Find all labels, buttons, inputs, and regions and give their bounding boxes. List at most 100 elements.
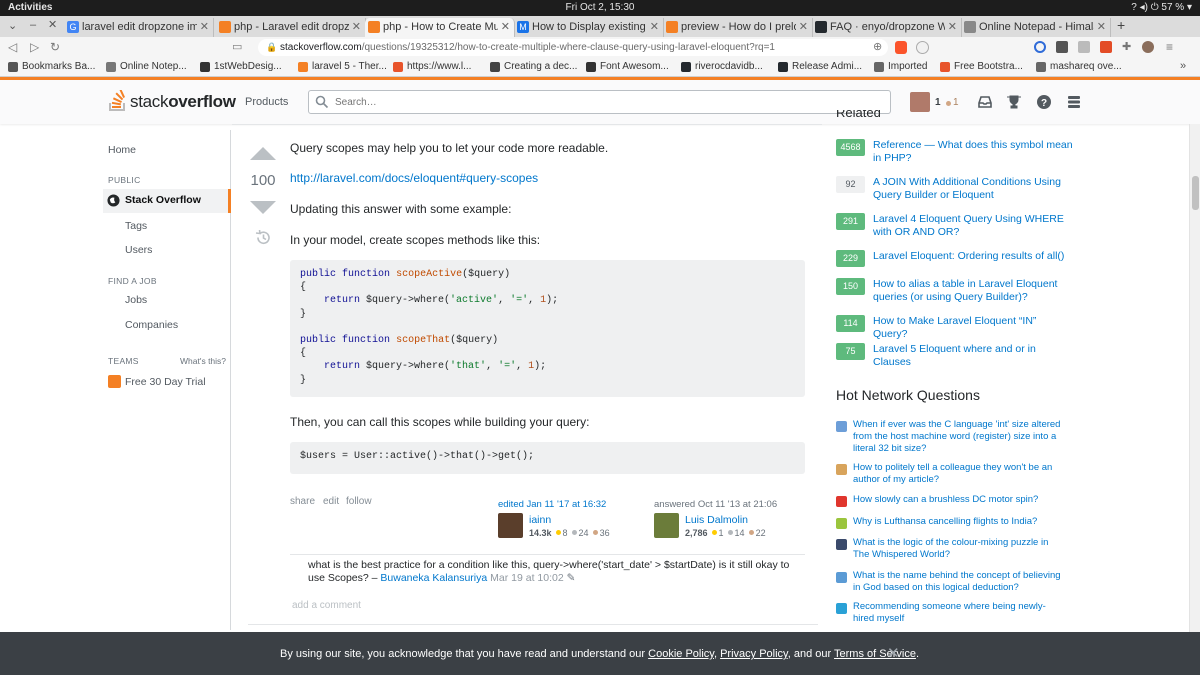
related-question-link[interactable]: Laravel Eloquent: Ordering results of al… <box>873 250 1073 263</box>
upvote-button[interactable] <box>250 146 276 161</box>
nav-jobs[interactable]: Jobs <box>125 294 147 306</box>
hot-question-link[interactable]: Recommending someone where being newly-h… <box>853 601 1066 625</box>
editor-avatar[interactable] <box>498 513 523 538</box>
downvote-button[interactable] <box>250 200 276 215</box>
browser-tab[interactable]: php - How to Create Multip✕ <box>365 18 515 37</box>
free-trial-link[interactable]: Free 30 Day Trial <box>125 376 206 388</box>
page-scrollbar[interactable] <box>1189 124 1200 632</box>
nav-tags[interactable]: Tags <box>125 220 147 232</box>
add-comment-link[interactable]: add a comment <box>292 600 361 611</box>
bookmark-item[interactable]: riverocdavidb... <box>681 61 763 72</box>
brave-shield-icon[interactable] <box>895 41 907 54</box>
help-icon[interactable]: ? <box>1036 94 1052 110</box>
hot-question-link[interactable]: How to politely tell a colleague they wo… <box>853 462 1066 486</box>
new-tab-button[interactable]: + <box>1117 17 1125 33</box>
browser-tab[interactable]: Glaravel edit dropzone imag✕ <box>64 18 214 37</box>
products-menu[interactable]: Products <box>245 96 288 108</box>
share-icon[interactable]: ⊕ <box>873 40 882 53</box>
tab-close-icon[interactable]: ✕ <box>352 20 361 33</box>
tab-close-icon[interactable]: ✕ <box>501 20 510 33</box>
browser-tab[interactable]: Online Notepad - Himalaya✕ <box>961 18 1111 37</box>
hot-question-link[interactable]: What is the name behind the concept of b… <box>853 570 1066 594</box>
forward-icon[interactable]: ▷ <box>30 40 39 54</box>
nav-home[interactable]: Home <box>108 144 136 156</box>
more-bookmarks-icon[interactable]: » <box>1180 60 1186 72</box>
nav-users[interactable]: Users <box>125 244 152 256</box>
tab-close-icon[interactable]: ✕ <box>799 20 808 33</box>
bookmark-item[interactable]: Font Awesom... <box>586 61 669 72</box>
share-link[interactable]: share <box>290 496 315 507</box>
browser-menu-icon[interactable]: ≡ <box>1166 40 1173 54</box>
browser-tab[interactable]: M How to Display existing fil ✕ <box>514 18 664 37</box>
teams-whats-this-link[interactable]: What's this? <box>180 356 226 366</box>
tab-close-icon[interactable]: ✕ <box>948 20 957 33</box>
user-avatar[interactable] <box>910 92 930 112</box>
bookmark-item[interactable]: Creating a dec... <box>490 61 577 72</box>
privacy-policy-link[interactable]: Privacy Policy <box>720 648 788 660</box>
brave-rewards-icon[interactable] <box>916 41 929 54</box>
related-question-link[interactable]: A JOIN With Additional Conditions Using … <box>873 176 1073 202</box>
bookmark-item[interactable]: Imported <box>874 61 927 72</box>
bookmark-item[interactable]: Online Notep... <box>106 61 187 72</box>
edit-link[interactable]: edit <box>323 496 339 507</box>
comment-user-link[interactable]: Buwaneka Kalansuriya <box>380 572 487 584</box>
search-input[interactable] <box>335 94 835 110</box>
browser-tab[interactable]: FAQ · enyo/dropzone Wiki✕ <box>812 18 962 37</box>
system-tray[interactable]: ? ◂) ⏻ 57 % ▾ <box>1131 2 1192 13</box>
hot-question-link[interactable]: When if ever was the C language 'int' si… <box>853 419 1066 455</box>
scrollbar-thumb[interactable] <box>1192 176 1199 210</box>
puzzle-icon[interactable]: ✚ <box>1122 40 1131 53</box>
hot-question-link[interactable]: How slowly can a brushless DC motor spin… <box>853 494 1066 506</box>
minimize-icon[interactable]: – <box>30 19 36 31</box>
cookie-policy-link[interactable]: Cookie Policy <box>648 648 714 660</box>
editor-name[interactable]: iainn <box>529 514 551 526</box>
history-icon[interactable] <box>255 230 271 245</box>
related-question-link[interactable]: How to alias a table in Laravel Eloquent… <box>873 278 1073 304</box>
author-name[interactable]: Luis Dalmolin <box>685 514 748 526</box>
hot-question-link[interactable]: What is the logic of the colour-mixing p… <box>853 537 1066 561</box>
hot-network-questions-title[interactable]: Hot Network Questions <box>836 387 980 403</box>
back-icon[interactable]: ◁ <box>8 40 17 54</box>
extension-icon[interactable] <box>1100 41 1112 53</box>
extension-icon[interactable] <box>1034 41 1046 53</box>
related-question-link[interactable]: How to Make Laravel Eloquent “IN” Query? <box>873 315 1073 341</box>
tab-close-icon[interactable]: ✕ <box>650 20 659 33</box>
extension-icon[interactable] <box>1056 41 1068 53</box>
extension-icon[interactable] <box>1078 41 1090 53</box>
url-field[interactable]: 🔒 stackoverflow.com/questions/19325312/h… <box>258 39 888 56</box>
site-switcher-icon[interactable] <box>1066 94 1082 110</box>
comment-date[interactable]: Mar 19 at 10:02 <box>490 572 564 584</box>
pencil-icon[interactable]: ✎ <box>567 572 576 584</box>
related-question-link[interactable]: Laravel 5 Eloquent where and or in Claus… <box>873 343 1073 369</box>
nav-companies[interactable]: Companies <box>125 319 178 331</box>
bookmark-item[interactable]: Free Bootstra... <box>940 61 1023 72</box>
inbox-icon[interactable] <box>977 94 993 110</box>
hot-question-link[interactable]: Why is Lufthansa cancelling flights to I… <box>853 516 1066 528</box>
bookmark-page-icon[interactable]: ▭ <box>232 40 242 53</box>
tab-menu-icon[interactable]: ⌄ <box>8 19 17 32</box>
related-question-link[interactable]: Laravel 4 Eloquent Query Using WHERE wit… <box>873 213 1073 239</box>
query-scopes-link[interactable]: http://laravel.com/docs/eloquent#query-s… <box>290 171 538 185</box>
bookmark-item[interactable]: Release Admi... <box>778 61 862 72</box>
tab-close-icon[interactable]: ✕ <box>200 20 209 33</box>
close-icon[interactable]: ✕ <box>887 644 900 662</box>
follow-link[interactable]: follow <box>346 496 372 507</box>
author-avatar[interactable] <box>654 513 679 538</box>
edited-timestamp-link[interactable]: edited Jan 11 '17 at 16:32 <box>498 499 606 510</box>
close-window-icon[interactable]: ✕ <box>48 18 57 31</box>
nav-stack-overflow[interactable]: Stack Overflow <box>103 189 231 213</box>
bookmark-item[interactable]: 1stWebDesig... <box>200 61 282 72</box>
clock[interactable]: Fri Oct 2, 15:30 <box>0 2 1200 13</box>
related-question-link[interactable]: Reference — What does this symbol mean i… <box>873 139 1073 165</box>
browser-tab[interactable]: php - Laravel edit dropzone✕ <box>216 18 366 37</box>
bookmark-item[interactable]: https://www.l... <box>393 61 471 72</box>
browser-tab[interactable]: preview - How do I preload✕ <box>663 18 813 37</box>
profile-avatar[interactable] <box>1142 41 1154 53</box>
bookmark-item[interactable]: laravel 5 - Ther... <box>298 61 387 72</box>
terms-of-service-link[interactable]: Terms of Service <box>834 648 916 660</box>
achievements-icon[interactable] <box>1006 94 1022 110</box>
search-box[interactable] <box>308 90 891 114</box>
tab-close-icon[interactable]: ✕ <box>1097 20 1106 33</box>
reload-icon[interactable]: ↻ <box>50 40 60 54</box>
bookmark-item[interactable]: mashareq ove... <box>1036 61 1122 72</box>
